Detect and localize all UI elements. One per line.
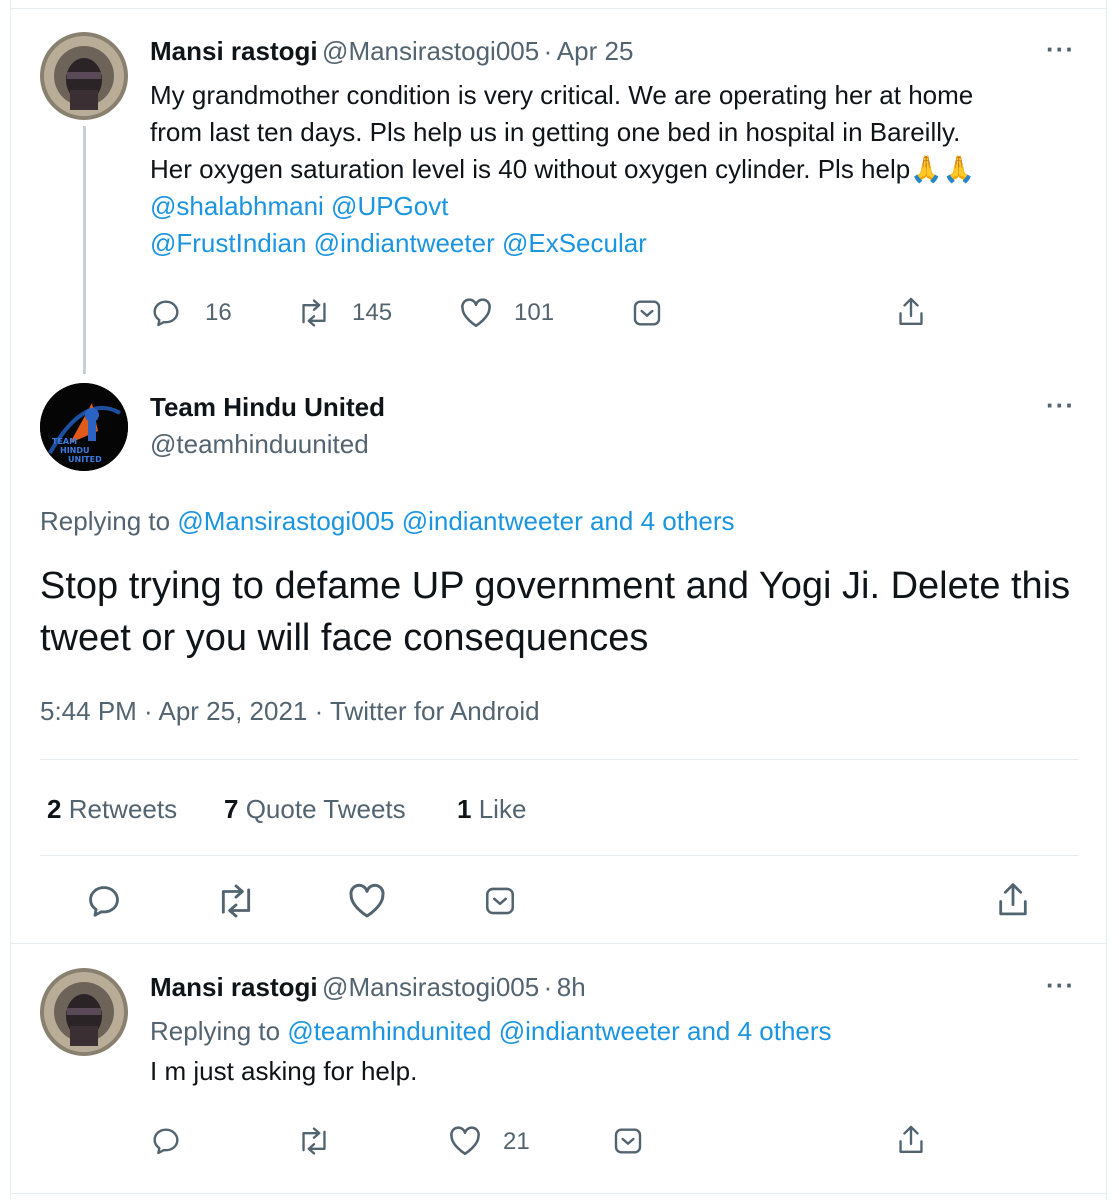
avatar-logo-text: UNITED: [68, 455, 102, 464]
more-icon[interactable]: ···: [1046, 34, 1075, 65]
tweet-header: Mansi rastogi @Mansirastogi005 · Apr 25: [150, 36, 633, 67]
replying-to-label: Replying to: [40, 506, 171, 536]
display-name[interactable]: Mansi rastogi: [150, 36, 318, 66]
share-icon[interactable]: [994, 880, 1032, 920]
stat-quotes-label: Quote Tweets: [245, 794, 406, 824]
reply-count: 16: [205, 299, 232, 326]
share-icon[interactable]: [895, 295, 927, 329]
tweet-text-line: from last ten days. Pls help us in getti…: [150, 117, 961, 147]
more-icon[interactable]: ···: [1046, 970, 1075, 1001]
stat-retweets-label: Retweets: [68, 794, 178, 824]
tweet-text-line: My grandmother condition is very critica…: [150, 80, 974, 110]
divider: [40, 759, 1079, 760]
stat-retweets-count: 2: [47, 794, 62, 824]
username[interactable]: @Mansirastogi005: [322, 972, 539, 1002]
avatar-mansi[interactable]: [40, 968, 128, 1056]
username[interactable]: @Mansirastogi005: [322, 36, 539, 66]
like-icon[interactable]: [459, 297, 493, 329]
avatar-logo-text: HINDU: [60, 446, 90, 455]
stat-likes[interactable]: 1 Like: [457, 794, 526, 825]
avatar-logo-text: TEAM: [52, 437, 77, 446]
more-icon[interactable]: ···: [1046, 390, 1075, 421]
display-name[interactable]: Team Hindu United: [150, 392, 385, 423]
display-name[interactable]: Mansi rastogi: [150, 972, 318, 1002]
stat-likes-label: Like: [478, 794, 527, 824]
header-separator: ·: [543, 36, 553, 66]
divider: [10, 943, 1107, 944]
like-icon[interactable]: [347, 882, 387, 920]
tweet-text: I m just asking for help.: [150, 1056, 418, 1086]
divider: [40, 855, 1079, 856]
retweet-icon[interactable]: [297, 297, 331, 329]
stat-retweets[interactable]: 2 Retweets: [47, 794, 177, 825]
tweet-text-line: Her oxygen saturation level is 40 withou…: [150, 154, 975, 184]
retweet-count: 145: [352, 299, 393, 326]
replying-to-mentions[interactable]: @Mansirastogi005 @indiantweeter and 4 ot…: [177, 506, 734, 536]
bottom-divider: [10, 1193, 1107, 1194]
reply-icon[interactable]: [150, 297, 182, 329]
avatar-mansi[interactable]: [40, 32, 128, 120]
like-count: 101: [514, 299, 555, 326]
timestamp[interactable]: 8h: [557, 972, 586, 1002]
username[interactable]: @teamhinduunited: [150, 429, 369, 460]
replying-to-label: Replying to: [150, 1016, 281, 1046]
stat-quote-tweets[interactable]: 7 Quote Tweets: [224, 794, 406, 825]
dm-icon[interactable]: [483, 884, 517, 918]
timestamp[interactable]: Apr 25: [557, 36, 634, 66]
dm-icon[interactable]: [631, 297, 663, 329]
tweet-header: Mansi rastogi @Mansirastogi005 · 8h: [150, 972, 586, 1003]
stat-quotes-count: 7: [224, 794, 239, 824]
header-separator: ·: [543, 972, 553, 1002]
mention-links[interactable]: @FrustIndian @indiantweeter @ExSecular: [150, 225, 647, 262]
reply-icon[interactable]: [85, 882, 123, 920]
like-icon[interactable]: [448, 1125, 482, 1157]
avatar-team-hindu-united[interactable]: TEAM HINDU UNITED: [40, 383, 128, 471]
retweet-icon[interactable]: [215, 882, 257, 920]
top-divider: [10, 8, 1107, 9]
replying-to: Replying to @teamhindunited @indiantweet…: [150, 1016, 832, 1047]
replying-to: Replying to @Mansirastogi005 @indiantwee…: [40, 506, 735, 537]
reply-icon[interactable]: [150, 1125, 182, 1157]
share-icon[interactable]: [895, 1123, 927, 1157]
dm-icon[interactable]: [612, 1125, 644, 1157]
replying-to-mentions[interactable]: @teamhindunited @indiantweeter and 4 oth…: [287, 1016, 831, 1046]
thread-connector: [83, 126, 86, 374]
like-count: 21: [503, 1128, 530, 1155]
stat-likes-count: 1: [457, 794, 472, 824]
mention-links[interactable]: @shalabhmani @UPGovt: [150, 188, 448, 225]
tweet-text: Stop trying to defame UP government and …: [40, 565, 1071, 659]
retweet-icon[interactable]: [297, 1125, 331, 1157]
tweet-meta[interactable]: 5:44 PM · Apr 25, 2021 · Twitter for And…: [40, 696, 540, 727]
